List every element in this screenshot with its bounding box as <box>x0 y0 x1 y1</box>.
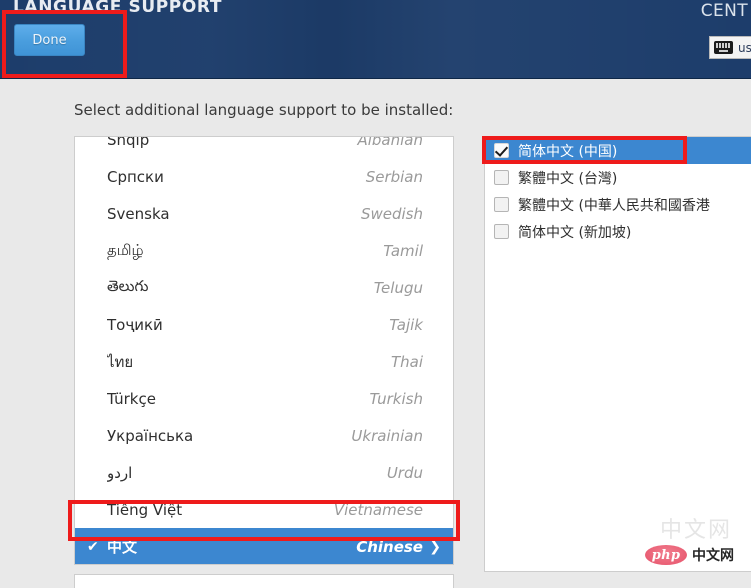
language-native-name: Shqip <box>107 136 150 149</box>
language-row[interactable]: తెలుగు Telugu <box>75 269 453 306</box>
checkbox-unchecked-icon[interactable] <box>494 170 509 185</box>
language-native-name: தமிழ் <box>107 240 144 259</box>
language-list[interactable]: Shqip Albanian Српски Serbian Svenska Swedish… <box>74 136 454 565</box>
instruction-text: Select additional language support to be… <box>74 101 454 119</box>
done-button[interactable]: Done <box>14 24 85 56</box>
keyboard-layout-label: us <box>738 40 751 55</box>
locale-row[interactable]: 繁體中文 (台灣) <box>485 164 751 191</box>
language-row[interactable]: Тоҷикӣ Tajik <box>75 306 453 343</box>
language-native-name: Tiếng Việt <box>107 500 183 519</box>
locale-row[interactable]: 简体中文 (新加坡) <box>485 218 751 245</box>
language-selected-check-icon: ✔ <box>87 538 99 555</box>
chevron-right-icon: ❯ <box>429 538 441 555</box>
language-row[interactable]: Shqip Albanian <box>75 136 453 158</box>
locale-label: 繁體中文 (中華人民共和國香港 <box>518 197 710 214</box>
language-native-name: Українська <box>107 426 194 445</box>
watermark-ghost-text: 中文网 <box>660 518 733 543</box>
watermark: php 中文网 <box>645 545 734 565</box>
language-native-name: తెలుగు <box>107 276 149 295</box>
language-native-name: اردو <box>107 463 133 482</box>
language-english-name: Urdu <box>386 463 423 482</box>
language-english-name: Tajik <box>389 315 423 334</box>
language-english-name: Albanian <box>357 136 423 149</box>
language-native-name: Српски <box>107 167 164 186</box>
language-english-name: Tamil <box>383 241 423 260</box>
language-english-name: Serbian <box>365 167 423 186</box>
product-name-label: CENT <box>700 1 748 21</box>
locale-row[interactable]: 繁體中文 (中華人民共和國香港 <box>485 191 751 218</box>
locale-label: 繁體中文 (台灣) <box>518 170 618 187</box>
php-logo-icon: php <box>645 545 687 565</box>
language-native-name: 中文 <box>107 538 138 556</box>
language-english-name: Thai <box>390 352 423 371</box>
language-native-name: Türkçe <box>107 389 156 408</box>
locale-row[interactable]: 简体中文 (中国) <box>485 137 751 164</box>
language-row[interactable]: Svenska Swedish <box>75 195 453 232</box>
language-row[interactable]: Türkçe Turkish <box>75 380 453 417</box>
language-row[interactable]: اردو Urdu <box>75 454 453 491</box>
language-english-name: Swedish <box>360 204 423 223</box>
locale-label: 简体中文 (中国) <box>518 143 618 160</box>
language-row[interactable]: Српски Serbian <box>75 158 453 195</box>
language-english-name: Turkish <box>369 389 423 408</box>
locale-list[interactable]: 简体中文 (中国) 繁體中文 (台灣) 繁體中文 (中華人民共和國香港 简体中文 (新… <box>484 136 751 572</box>
done-button-label: Done <box>32 32 67 48</box>
checkbox-checked-icon[interactable] <box>494 143 509 158</box>
language-row[interactable]: ไทย Thai <box>75 343 453 380</box>
page-title: LANGUAGE SUPPORT <box>13 0 223 17</box>
language-list-bottom-stub <box>74 574 454 588</box>
header-bar: LANGUAGE SUPPORT CENT Done us <box>0 0 751 79</box>
language-english-name: Telugu <box>373 278 423 297</box>
installer-screen: LANGUAGE SUPPORT CENT Done us Select add… <box>0 0 751 588</box>
language-row[interactable]: Українська Ukrainian <box>75 417 453 454</box>
keyboard-icon <box>714 41 733 54</box>
language-row[interactable]: ✔ 中文 Chinese ❯ <box>75 528 453 564</box>
checkbox-unchecked-icon[interactable] <box>494 224 509 239</box>
locale-label: 简体中文 (新加坡) <box>518 224 632 241</box>
language-native-name: Svenska <box>107 204 170 223</box>
language-native-name: Тоҷикӣ <box>107 315 163 334</box>
checkbox-unchecked-icon[interactable] <box>494 197 509 212</box>
language-english-name: Chinese <box>356 537 423 556</box>
language-english-name: Ukrainian <box>351 426 423 445</box>
language-native-name: ไทย <box>107 352 134 371</box>
language-english-name: Vietnamese <box>333 500 423 519</box>
keyboard-layout-indicator[interactable]: us <box>709 36 751 59</box>
language-row[interactable]: தமிழ் Tamil <box>75 232 453 269</box>
watermark-site-label: 中文网 <box>692 548 734 564</box>
language-row[interactable]: Tiếng Việt Vietnamese <box>75 491 453 528</box>
